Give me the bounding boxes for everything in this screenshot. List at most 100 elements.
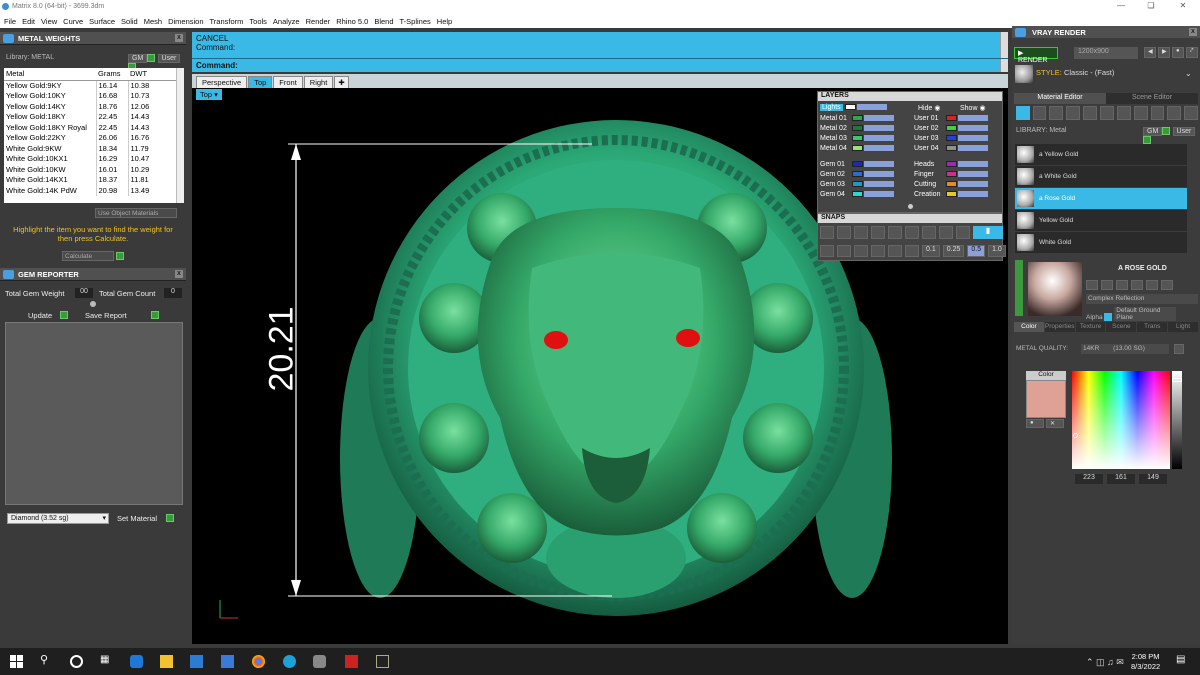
alpha-toggle[interactable] (1104, 313, 1113, 322)
layer-controls[interactable] (958, 145, 988, 152)
file-explorer-icon[interactable] (160, 655, 173, 668)
option-icon[interactable] (1131, 280, 1143, 290)
menu-item[interactable]: Edit (22, 17, 35, 28)
layers-icon[interactable] (1150, 106, 1165, 120)
rhino-icon[interactable] (313, 655, 326, 668)
snap-end-icon[interactable] (820, 226, 834, 239)
reflection-select[interactable]: Complex Reflection (1086, 294, 1198, 304)
layer-row[interactable]: User 03 (914, 135, 988, 142)
hide-button[interactable]: Hide ◉ (918, 104, 940, 112)
layer-row[interactable]: Gem 03 (820, 181, 894, 188)
task-view-icon[interactable]: ▦ (100, 654, 113, 667)
layer-color-swatch[interactable] (946, 161, 957, 168)
layer-controls[interactable] (958, 171, 988, 178)
layer-color-swatch[interactable] (946, 181, 957, 188)
ortho-icon[interactable] (837, 245, 851, 257)
close-icon[interactable]: x (1189, 28, 1197, 36)
app-icon[interactable] (345, 655, 358, 668)
command-line-spinner[interactable] (1000, 59, 1008, 72)
layer-controls[interactable] (958, 135, 988, 142)
menu-item[interactable]: Blend (374, 17, 393, 28)
chrome-icon[interactable] (252, 655, 265, 668)
menu-item[interactable]: Mesh (144, 17, 162, 28)
table-row[interactable]: White Gold:10KW 16.01 10.29 (4, 164, 176, 175)
material-droplet-icon[interactable] (1016, 106, 1030, 120)
clear-icon[interactable]: ✕ (1046, 419, 1064, 428)
half-sphere-icon[interactable] (1066, 106, 1081, 120)
gem-material-icon[interactable] (1032, 106, 1047, 120)
table-row[interactable]: Yellow Gold:22KY 26.06 16.76 (4, 132, 176, 143)
table-row[interactable]: Yellow Gold:9KY 16.14 10.38 (4, 80, 176, 91)
layer-controls[interactable] (864, 181, 894, 188)
option-icon[interactable] (1086, 280, 1098, 290)
texture-icon[interactable] (1083, 106, 1097, 120)
style-row[interactable]: STYLE: Classic - (Fast) (1036, 68, 1114, 77)
close-icon[interactable]: x (175, 34, 183, 42)
menu-item[interactable]: Dimension (168, 17, 203, 28)
option-icon[interactable] (1146, 280, 1158, 290)
calculate-go-icon[interactable] (116, 252, 124, 260)
metal-quality-select[interactable]: 14KR (13.00 SG) (1081, 344, 1169, 354)
layer-controls[interactable] (864, 191, 894, 198)
material-panel-toggle[interactable] (1015, 260, 1023, 316)
lights-controls[interactable] (856, 104, 887, 111)
store-icon[interactable] (190, 655, 203, 668)
pin-icon[interactable]: ● (1172, 47, 1184, 58)
table-row[interactable]: White Gold:9KW 18.34 11.79 (4, 143, 176, 154)
layer-row[interactable]: Heads (914, 161, 988, 168)
set-material-go-icon[interactable] (166, 514, 174, 522)
layer-controls[interactable] (958, 181, 988, 188)
material-list-item[interactable]: a Rose Gold (1015, 188, 1187, 209)
snap-quad-icon[interactable] (956, 226, 970, 239)
color-swatch[interactable] (1026, 380, 1066, 418)
layer-color-swatch[interactable] (946, 135, 957, 142)
subtab[interactable]: Scene (1106, 322, 1137, 332)
option-icon[interactable] (1101, 280, 1113, 290)
layer-controls[interactable] (864, 115, 894, 122)
layer-controls[interactable] (958, 115, 988, 122)
close-icon[interactable]: x (175, 270, 183, 278)
layer-row[interactable]: Metal 03 (820, 135, 894, 142)
layer-row[interactable]: Finger (914, 171, 988, 178)
app-icon[interactable] (283, 655, 296, 668)
layer-color-swatch[interactable] (946, 191, 957, 198)
layer-color-swatch[interactable] (946, 171, 957, 178)
table-row[interactable]: White Gold:10KX1 16.29 10.47 (4, 153, 176, 164)
layer-color-swatch[interactable] (946, 115, 957, 122)
color-picker[interactable] (1072, 371, 1170, 469)
material-list-item[interactable]: a Yellow Gold (1015, 144, 1187, 165)
tab-front[interactable]: Front (273, 76, 303, 88)
snap-value-05[interactable]: 0.5 (967, 245, 986, 257)
layer-color-swatch[interactable] (946, 125, 957, 132)
metal-quality-reset-icon[interactable] (1174, 344, 1184, 354)
planar-icon[interactable] (854, 245, 868, 257)
layer-row[interactable]: Metal 02 (820, 125, 894, 132)
layer-color-swatch[interactable] (852, 161, 863, 168)
layer-controls[interactable] (864, 161, 894, 168)
command-scrollbar[interactable] (1000, 32, 1008, 58)
layer-controls[interactable] (864, 145, 894, 152)
save-report-button[interactable]: Save Report (85, 311, 127, 320)
gem-select[interactable]: Diamond (3.52 sg) ▾ (7, 513, 109, 524)
render-button[interactable]: ▶ RENDER (1014, 47, 1058, 64)
menu-item[interactable]: Transform (210, 17, 244, 28)
tab-scene-editor[interactable]: Scene Editor (1106, 93, 1198, 104)
user-button[interactable]: User (157, 54, 181, 63)
menu-item[interactable]: Solid (121, 17, 138, 28)
snap-near-icon[interactable] (837, 226, 851, 239)
layer-controls[interactable] (864, 171, 894, 178)
layer-row[interactable]: Creation (914, 191, 988, 198)
menu-item[interactable]: Rhino 5.0 (336, 17, 368, 28)
tab-material-editor[interactable]: Material Editor (1014, 93, 1106, 104)
add-viewport-icon[interactable]: ✚ (334, 76, 349, 88)
menu-item[interactable]: Surface (89, 17, 115, 28)
layer-color-swatch[interactable] (852, 191, 863, 198)
grid-texture-icon[interactable] (1116, 106, 1131, 120)
menu-item[interactable]: Analyze (273, 17, 300, 28)
gm-button[interactable]: GM (128, 54, 148, 63)
layer-color-swatch[interactable] (852, 145, 863, 152)
brightness-slider[interactable] (1172, 371, 1182, 469)
layer-color-swatch[interactable] (852, 125, 863, 132)
chevron-down-icon[interactable]: ⌄ (1185, 69, 1192, 78)
update-go-icon[interactable] (60, 311, 68, 319)
